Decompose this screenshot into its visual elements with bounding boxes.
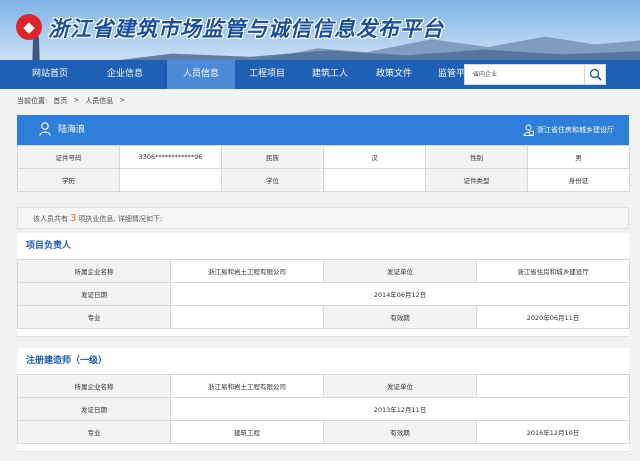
nav-item-companies[interactable]: 企业信息	[83, 60, 167, 89]
company-label: 所属企业名称	[17, 259, 171, 283]
table-row: 所属企业名称 浙江易和岩土工程有限公司 发证单位	[17, 374, 630, 398]
section-title: 注册建造师（一级）	[26, 356, 108, 366]
validity-value: 2016年12月10日	[476, 420, 630, 444]
table-row: 证件号码 3306************96 民族 汉 性别 男	[17, 145, 630, 169]
id-type-label: 证件类型	[425, 168, 528, 192]
company-value: 浙江易和岩土工程有限公司	[170, 374, 324, 398]
breadcrumb-home[interactable]: 首页	[53, 96, 67, 106]
education-label: 学历	[17, 168, 120, 192]
issue-date-label: 发证日期	[17, 397, 171, 421]
issuer-label: 发证单位	[323, 374, 477, 398]
education-value	[119, 168, 222, 192]
header-banner: ◆ 浙江省建筑市场监管与诚信信息发布平台	[0, 0, 640, 60]
gender-label: 性别	[425, 145, 528, 169]
issuer-label: 发证单位	[323, 259, 477, 283]
table-row: 学历 学位 证件类型 身份证	[17, 168, 630, 192]
breadcrumb: 当前位置: 首页 > 人员信息 >	[17, 96, 125, 106]
nav-item-projects[interactable]: 工程项目	[235, 60, 299, 89]
person-organization: 浙江省住房和城乡建设厅	[537, 126, 614, 134]
search-icon	[589, 68, 602, 81]
gender-value: 男	[527, 145, 630, 169]
issuer-value	[476, 374, 630, 398]
table-row: 专业 建筑工程 有效期 2016年12月10日	[17, 420, 630, 444]
practice-summary: 该人员共有 3 项执业信息, 详细情况如下:	[17, 207, 629, 229]
nav-item-workers[interactable]: 建筑工人	[299, 60, 361, 89]
issue-date-value: 2014年06月12日	[170, 282, 630, 306]
company-label: 所属企业名称	[17, 374, 171, 398]
specialty-value: 建筑工程	[170, 420, 324, 444]
ethnicity-label: 民族	[221, 145, 324, 169]
user-icon	[39, 122, 51, 136]
specialty-value	[170, 305, 324, 329]
table-row: 发证日期 2013年12月11日	[17, 397, 630, 421]
issue-date-value: 2013年12月11日	[170, 397, 630, 421]
validity-label: 有效期	[323, 305, 477, 329]
id-type-value: 身份证	[527, 168, 630, 192]
breadcrumb-prefix: 当前位置:	[17, 97, 48, 105]
specialty-label: 专业	[17, 305, 171, 329]
validity-value: 2020年06月11日	[476, 305, 630, 329]
site-title: 浙江省建筑市场监管与诚信信息发布平台	[48, 17, 444, 41]
nav-item-personnel[interactable]: 人员信息	[167, 60, 235, 89]
degree-value	[323, 168, 426, 192]
issue-date-label: 发证日期	[17, 282, 171, 306]
registered-constructor-table: 所属企业名称 浙江易和岩土工程有限公司 发证单位 发证日期 2013年12月11…	[17, 374, 630, 444]
issuer-value: 浙江省住房和城乡建设厅	[476, 259, 630, 283]
person-name: 陆海浪	[58, 125, 86, 135]
id-number-label: 证件号码	[17, 145, 120, 169]
main-nav: 网站首页 企业信息 人员信息 工程项目 建筑工人 政策文件 监管平台 省内企业	[0, 60, 640, 89]
organization-icon	[523, 124, 534, 136]
section-title: 项目负责人	[26, 241, 72, 251]
ethnicity-value: 汉	[323, 145, 426, 169]
summary-text-before: 该人员共有	[33, 215, 68, 223]
id-number-value: 3306************96	[119, 145, 222, 169]
summary-count: 3	[70, 213, 77, 224]
table-row: 发证日期 2014年06月12日	[17, 282, 630, 306]
summary-text-after: 项执业信息, 详细情况如下:	[78, 215, 163, 223]
table-row: 专业 有效期 2020年06月11日	[17, 305, 630, 329]
project-manager-table: 所属企业名称 浙江易和岩土工程有限公司 发证单位 浙江省住房和城乡建设厅 发证日…	[17, 259, 630, 329]
basic-info-table: 证件号码 3306************96 民族 汉 性别 男 学历 学位 …	[17, 145, 630, 192]
breadcrumb-personnel[interactable]: 人员信息	[85, 96, 113, 106]
site-logo[interactable]: ◆	[16, 14, 42, 40]
specialty-label: 专业	[17, 420, 171, 444]
breadcrumb-separator: >	[119, 96, 126, 104]
degree-label: 学位	[221, 168, 324, 192]
nav-item-policies[interactable]: 政策文件	[361, 60, 427, 89]
nav-item-home[interactable]: 网站首页	[17, 60, 83, 89]
person-header: 陆海浪 浙江省住房和城乡建设厅	[17, 115, 629, 145]
validity-label: 有效期	[323, 420, 477, 444]
search-button[interactable]	[584, 64, 606, 85]
table-row: 所属企业名称 浙江易和岩土工程有限公司 发证单位 浙江省住房和城乡建设厅	[17, 259, 630, 283]
breadcrumb-separator: >	[73, 96, 80, 104]
company-value: 浙江易和岩土工程有限公司	[170, 259, 324, 283]
